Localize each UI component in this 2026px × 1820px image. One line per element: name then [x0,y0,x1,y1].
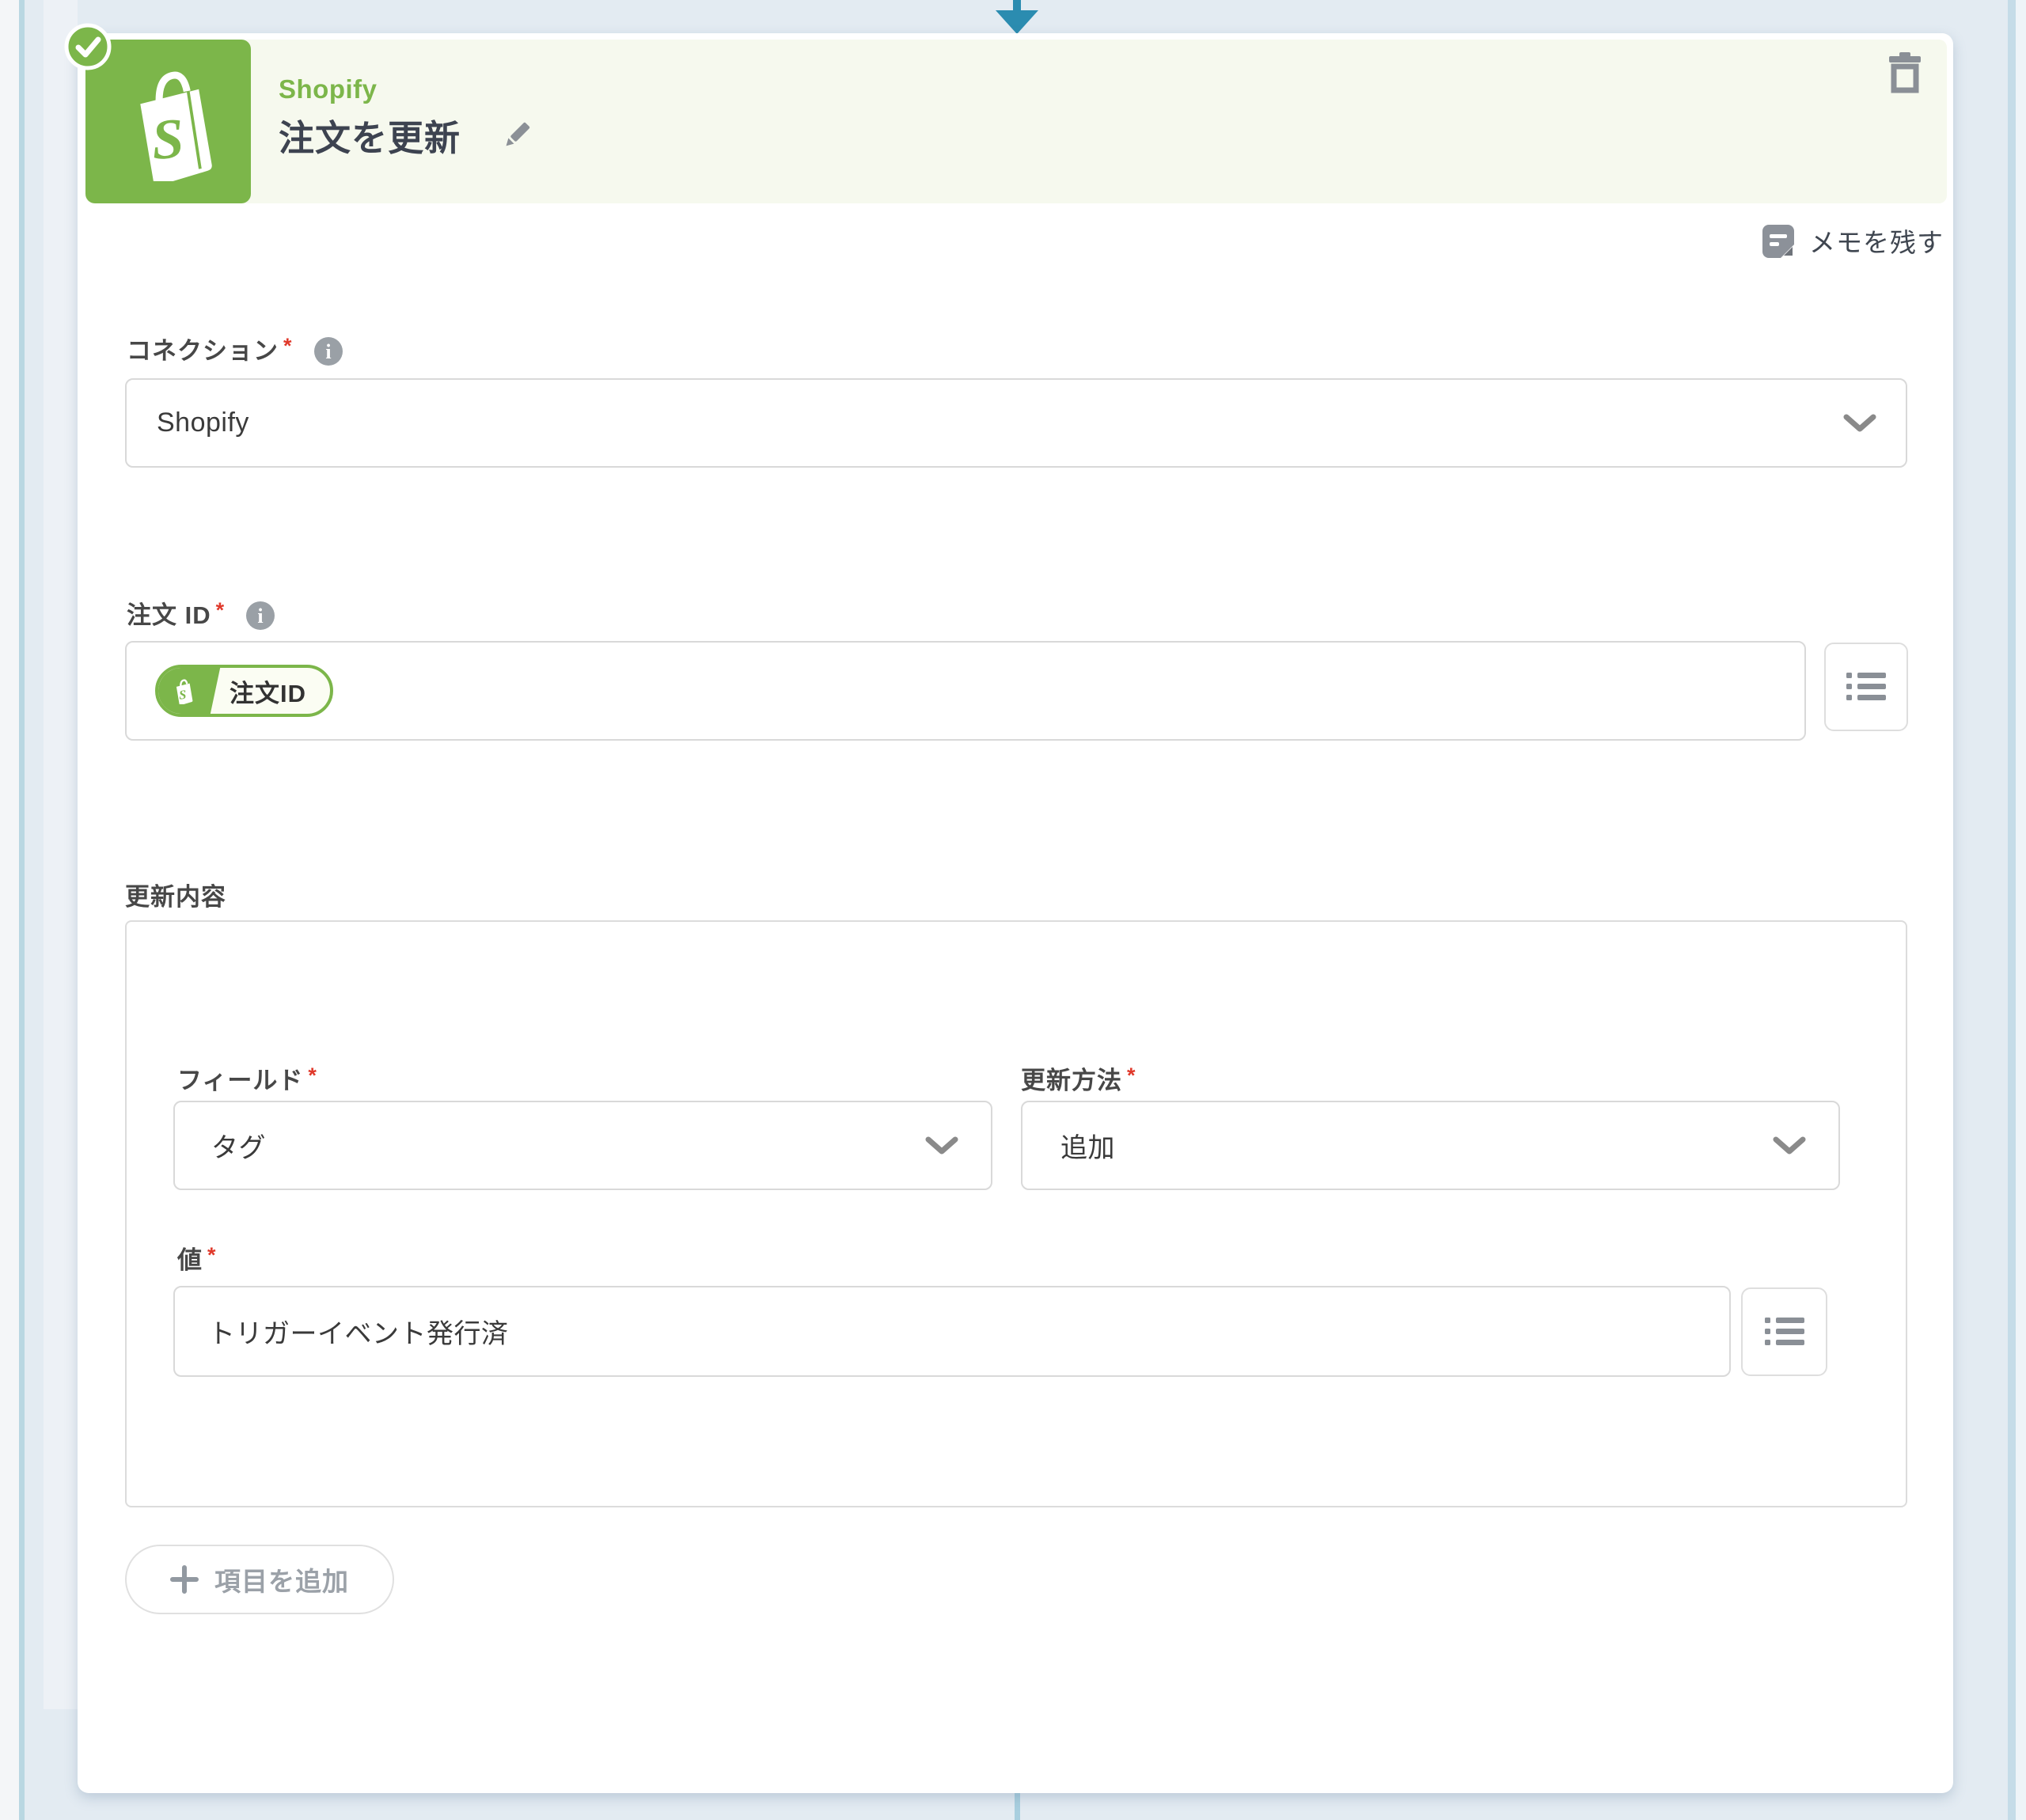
required-asterisk: * [283,334,292,358]
required-asterisk: * [308,1064,317,1087]
svg-text:S: S [179,687,187,703]
canvas-left-lane [44,0,78,1709]
svg-text:S: S [150,106,186,172]
delete-step-button[interactable] [1889,52,1921,93]
canvas-right-guide-line [2008,0,2016,1820]
order-id-variable-token[interactable]: S 注文ID [155,665,333,717]
memo-note-icon [1762,225,1794,258]
connection-info-icon[interactable]: i [313,337,343,366]
list-icon [1764,1318,1804,1345]
shopify-action-card: S Shopify 注文を更新 メモを残す コネクション * i Shopify… [64,23,1953,1793]
connector-line-bottom [1015,1793,1020,1820]
order-id-input[interactable]: S 注文ID [125,641,1806,741]
connection-label-row: コネクション * i [127,334,343,366]
leave-memo-button[interactable]: メモを残す [1762,222,1944,260]
connection-select[interactable]: Shopify [125,378,1907,468]
token-shopify-bag-icon: S [158,668,207,714]
order-id-label: 注文 ID [127,601,211,629]
connection-label: コネクション [127,337,279,365]
action-title: 注文を更新 [279,118,461,158]
value-label-row: 値 * [177,1243,216,1275]
value-input-text: トリガーイベント発行済 [208,1319,509,1349]
list-icon [1846,673,1886,700]
chevron-down-icon [1842,413,1877,434]
token-label: 注文ID [230,679,306,707]
required-asterisk: * [207,1243,216,1267]
method-label-row: 更新方法 * [1021,1064,1136,1095]
chevron-down-icon [924,1136,959,1156]
value-input[interactable]: トリガーイベント発行済 [173,1286,1731,1377]
field-selected-value: タグ [211,1133,266,1163]
edit-title-pencil-icon[interactable] [500,119,533,152]
method-label: 更新方法 [1021,1067,1122,1094]
canvas-left-guide-line [19,0,25,1820]
method-selected-value: 追加 [1060,1133,1115,1163]
chevron-down-icon [1772,1136,1807,1156]
update-contents-group: フィールド * タグ 更新方法 * 追加 値 * トリガーイベント発行済 [125,920,1907,1507]
field-label: フィールド [177,1067,304,1094]
service-name: Shopify [279,74,378,104]
connection-selected-value: Shopify [157,408,249,438]
action-title-row: 注文を更新 [279,109,533,161]
required-asterisk: * [215,598,225,622]
method-select[interactable]: 追加 [1021,1101,1840,1190]
add-item-button[interactable]: 項目を追加 [125,1545,394,1614]
workflow-canvas: S Shopify 注文を更新 メモを残す コネクション * i Shopify… [0,0,2026,1820]
shopify-bag-icon: S [139,71,212,181]
field-select[interactable]: タグ [173,1101,992,1190]
required-asterisk: * [1127,1064,1136,1087]
value-label: 値 [177,1246,203,1274]
svg-text:i: i [258,605,264,628]
order-id-variable-picker-button[interactable] [1824,643,1908,731]
trash-icon [1889,52,1921,93]
canvas-left-margin [0,0,19,1820]
connector-arrow-down-icon [996,10,1038,34]
order-id-label-row: 注文 ID * i [127,598,275,630]
add-item-label: 項目を追加 [214,1567,349,1596]
leave-memo-label: メモを残す [1809,228,1944,257]
plus-icon [170,1565,199,1594]
svg-text:i: i [325,340,331,363]
update-contents-label: 更新内容 [125,883,226,911]
canvas-right-margin [2016,0,2026,1820]
step-complete-check-icon [63,22,112,71]
field-label-row: フィールド * [177,1064,317,1095]
order-id-info-icon[interactable]: i [246,601,275,630]
value-variable-picker-button[interactable] [1741,1287,1827,1376]
